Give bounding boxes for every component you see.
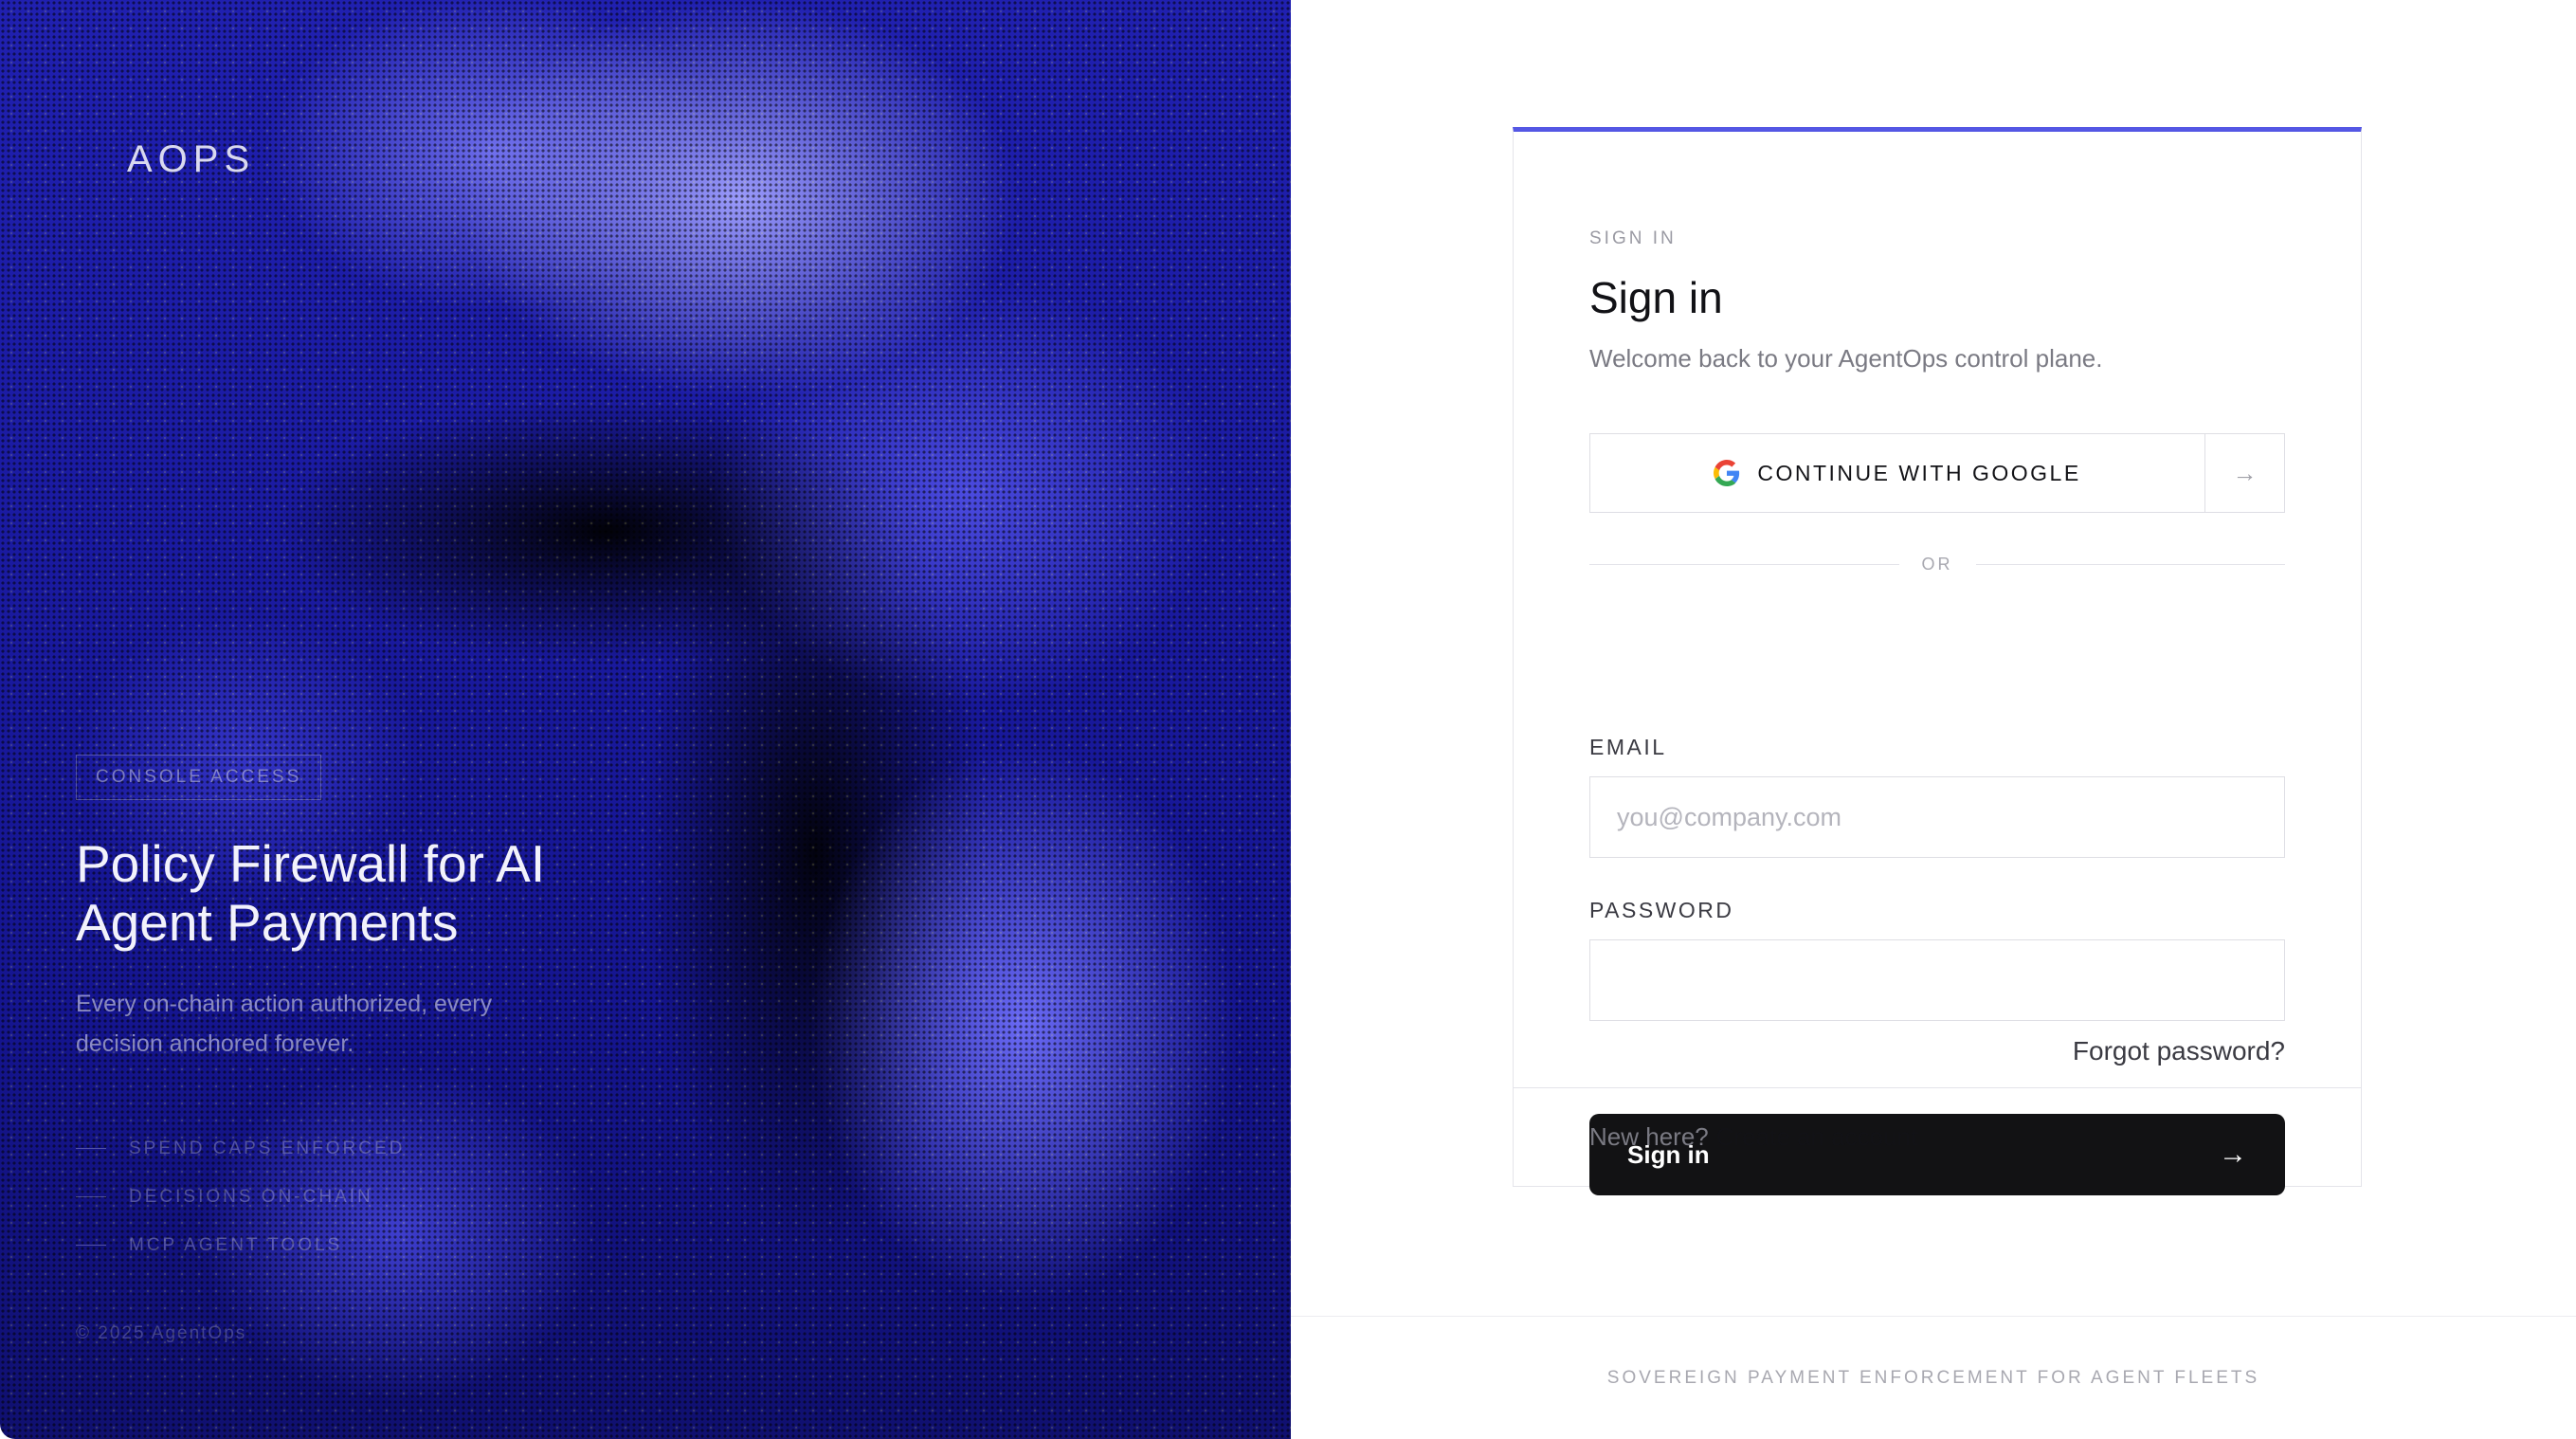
- feature-item: DECISIONS ON-CHAIN: [76, 1173, 405, 1221]
- password-field[interactable]: [1589, 939, 2285, 1021]
- login-page: AOPS CONSOLE ACCESS Policy Firewall for …: [0, 0, 2576, 1439]
- signin-panel: SIGN IN Sign in Welcome back to your Age…: [1291, 0, 2576, 1439]
- or-divider: OR: [1589, 555, 2285, 574]
- feature-item: MCP AGENT TOOLS: [76, 1221, 405, 1269]
- dash-icon: [76, 1147, 106, 1150]
- feature-item: SPEND CAPS ENFORCED: [76, 1124, 405, 1173]
- signin-subtitle: Welcome back to your AgentOps control pl…: [1589, 344, 2103, 373]
- feature-list: SPEND CAPS ENFORCED DECISIONS ON-CHAIN M…: [76, 1124, 405, 1269]
- divider-line: [1589, 563, 1899, 566]
- signin-eyebrow: SIGN IN: [1589, 228, 1677, 248]
- arrow-right-icon[interactable]: →: [2204, 434, 2284, 512]
- console-access-badge: CONSOLE ACCESS: [76, 755, 322, 800]
- dash-icon: [76, 1244, 106, 1247]
- hero-panel: AOPS CONSOLE ACCESS Policy Firewall for …: [0, 0, 1291, 1439]
- copyright-text: © 2025 AgentOps: [76, 1323, 247, 1343]
- hero-subtitle: Every on-chain action authorized, every …: [76, 991, 493, 1057]
- signin-card-footer: New here? Create an account: [1514, 1087, 2361, 1186]
- feature-label: SPEND CAPS ENFORCED: [129, 1138, 406, 1158]
- email-field[interactable]: [1589, 776, 2285, 858]
- or-label: OR: [1921, 555, 1953, 574]
- feature-label: DECISIONS ON-CHAIN: [129, 1186, 373, 1207]
- hero-title: Policy Firewall for AI Agent Payments: [76, 834, 546, 952]
- google-signin-main[interactable]: CONTINUE WITH GOOGLE: [1590, 434, 2204, 512]
- feature-label: MCP AGENT TOOLS: [129, 1234, 343, 1255]
- brand-logo: AOPS: [127, 138, 256, 180]
- forgot-password-link[interactable]: Forgot password?: [2073, 1036, 2285, 1066]
- footer-tagline: SOVEREIGN PAYMENT ENFORCEMENT FOR AGENT …: [1606, 1367, 2260, 1388]
- signin-card: SIGN IN Sign in Welcome back to your Age…: [1513, 127, 2362, 1195]
- email-label: EMAIL: [1589, 735, 1667, 759]
- page-footer: SOVEREIGN PAYMENT ENFORCEMENT FOR AGENT …: [1291, 1316, 2576, 1439]
- google-icon: [1714, 460, 1740, 486]
- google-signin-label: CONTINUE WITH GOOGLE: [1757, 460, 2081, 485]
- create-account-link[interactable]: Create an account: [1716, 1122, 1917, 1152]
- google-signin-button[interactable]: CONTINUE WITH GOOGLE →: [1589, 433, 2285, 513]
- new-here-text: New here?: [1589, 1122, 1709, 1151]
- password-label: PASSWORD: [1589, 898, 1734, 922]
- signin-title: Sign in: [1589, 273, 1723, 322]
- hero-content: AOPS CONSOLE ACCESS Policy Firewall for …: [0, 0, 1291, 1439]
- divider-line: [1975, 563, 2285, 566]
- dash-icon: [76, 1195, 106, 1198]
